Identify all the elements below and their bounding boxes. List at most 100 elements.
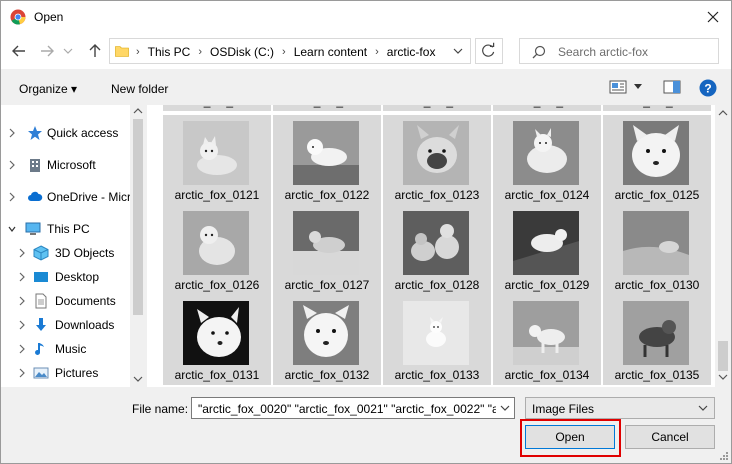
window-title: Open <box>34 10 64 24</box>
nav-item-quick-access[interactable]: Quick access <box>1 121 146 145</box>
nav-item-documents[interactable]: Documents <box>1 289 146 313</box>
chevron-down-icon[interactable] <box>452 45 464 57</box>
search-box[interactable]: Search arctic-fox <box>519 38 719 64</box>
nav-label: OneDrive - Micr <box>47 190 132 204</box>
file-name-label: arctic_fox_0128 <box>394 278 480 292</box>
file-tile-0128[interactable]: arctic_fox_0128 <box>383 205 491 295</box>
nav-item-music[interactable]: Music <box>1 337 146 361</box>
computer-icon <box>25 222 41 235</box>
scroll-down-icon[interactable] <box>718 373 728 381</box>
chevron-right-icon[interactable] <box>7 191 17 203</box>
chevron-right-icon[interactable] <box>17 247 27 259</box>
music-icon <box>35 343 44 355</box>
chevron-right-icon[interactable] <box>17 367 27 379</box>
file-tile-0131[interactable]: arctic_fox_0131 <box>163 295 271 385</box>
address-bar[interactable]: › This PC › OSDisk (C:) › Learn content … <box>109 38 471 64</box>
file-tile-0129[interactable]: arctic_fox_0129 <box>493 205 601 295</box>
file-name-field[interactable]: "arctic_fox_0020" "arctic_fox_0021" "arc… <box>191 397 515 419</box>
file-tile-0133[interactable]: arctic_fox_0133 <box>383 295 491 385</box>
file-tile-0123[interactable]: arctic_fox_0123 <box>383 115 491 205</box>
file-tile-0134[interactable]: arctic_fox_0134 <box>493 295 601 385</box>
file-tile-0124[interactable]: arctic_fox_0124 <box>493 115 601 205</box>
thumbnail-image <box>403 301 469 365</box>
open-button[interactable]: Open <box>525 425 615 449</box>
nav-item-microsoft[interactable]: Microsoft <box>1 153 146 177</box>
file-tile[interactable]: arctic_fox_0120 <box>603 105 711 111</box>
chevron-down-icon[interactable] <box>7 223 17 235</box>
file-name-label: arctic_fox_0116 <box>163 105 271 108</box>
search-input[interactable]: Search arctic-fox <box>558 45 648 59</box>
file-tile[interactable]: arctic_fox_0117 <box>273 105 381 111</box>
new-folder-button[interactable]: New folder <box>111 82 168 96</box>
file-tile[interactable]: arctic_fox_0119 <box>493 105 601 111</box>
file-tile[interactable]: arctic_fox_0116 <box>163 105 271 111</box>
nav-item-downloads[interactable]: Downloads <box>1 313 146 337</box>
file-list-scrollbar[interactable] <box>715 105 731 387</box>
cancel-button[interactable]: Cancel <box>625 425 715 449</box>
chevron-right-icon[interactable] <box>17 343 27 355</box>
nav-label: Desktop <box>55 270 100 284</box>
nav-label: Documents <box>55 294 116 308</box>
chevron-right-icon[interactable] <box>17 271 27 283</box>
breadcrumb-arctic-fox[interactable]: arctic-fox <box>387 45 436 59</box>
resize-grip-icon[interactable] <box>719 451 729 461</box>
thumbnail-image <box>293 121 359 185</box>
breadcrumb-learn-content[interactable]: Learn content <box>294 45 367 59</box>
chevron-right-icon[interactable] <box>17 319 27 331</box>
chevron-right-icon[interactable] <box>17 295 27 307</box>
close-icon[interactable] <box>701 5 725 29</box>
file-name-label: arctic_fox_0119 <box>493 105 601 108</box>
title-bar: Open <box>1 1 731 33</box>
nav-item-3d-objects[interactable]: 3D Objects <box>1 241 146 265</box>
refresh-button[interactable] <box>475 38 503 64</box>
back-arrow-icon[interactable] <box>9 41 29 61</box>
recent-dropdown-icon[interactable] <box>61 41 75 61</box>
view-dropdown-icon[interactable] <box>633 83 643 91</box>
chrome-icon <box>10 9 26 25</box>
file-tile-0125[interactable]: arctic_fox_0125 <box>603 115 711 205</box>
file-list-scroll-thumb[interactable] <box>718 341 728 371</box>
breadcrumb: › This PC › OSDisk (C:) › Learn content … <box>136 45 435 59</box>
thumbnail-image <box>293 211 359 275</box>
file-tile-0135[interactable]: arctic_fox_0135 <box>603 295 711 385</box>
thumbnail-image <box>513 121 579 185</box>
view-options-icon[interactable] <box>609 80 627 94</box>
file-name-dropdown[interactable] <box>496 398 514 418</box>
nav-scrollbar[interactable] <box>130 105 146 387</box>
file-type-select[interactable]: Image Files <box>525 397 715 419</box>
file-name-label: arctic_fox_0120 <box>603 105 711 108</box>
scroll-down-icon[interactable] <box>133 375 143 383</box>
organize-menu[interactable]: Organize ▾ <box>19 82 77 96</box>
forward-arrow-icon[interactable] <box>37 41 57 61</box>
document-icon <box>35 293 47 309</box>
breadcrumb-separator: › <box>198 46 203 58</box>
file-list: arctic_fox_0116 arctic_fox_0117 arctic_f… <box>147 105 715 387</box>
file-tile-0127[interactable]: arctic_fox_0127 <box>273 205 381 295</box>
breadcrumb-osdisk[interactable]: OSDisk (C:) <box>210 45 274 59</box>
file-tile-0126[interactable]: arctic_fox_0126 <box>163 205 271 295</box>
download-icon <box>36 318 46 331</box>
nav-item-onedrive[interactable]: OneDrive - Micr <box>1 185 146 209</box>
nav-item-pictures[interactable]: Pictures <box>1 361 146 385</box>
preview-pane-icon[interactable] <box>663 80 681 94</box>
chevron-right-icon[interactable] <box>7 159 17 171</box>
up-arrow-icon[interactable] <box>85 41 105 61</box>
breadcrumb-this-pc[interactable]: This PC <box>148 45 191 59</box>
nav-item-this-pc[interactable]: This PC <box>1 217 146 241</box>
nav-scroll-thumb[interactable] <box>133 119 143 315</box>
file-tile-0121[interactable]: arctic_fox_0121 <box>163 115 271 205</box>
file-name-label: arctic_fox_0129 <box>504 278 590 292</box>
navigation-pane: Quick access Microsoft OneDrive - Micr T… <box>1 105 146 387</box>
thumbnail-image <box>623 301 689 365</box>
file-name-label: arctic_fox_0118 <box>383 105 491 108</box>
breadcrumb-separator: › <box>375 46 379 58</box>
file-tile[interactable]: arctic_fox_0118 <box>383 105 491 111</box>
nav-item-desktop[interactable]: Desktop <box>1 265 146 289</box>
file-tile-0132[interactable]: arctic_fox_0132 <box>273 295 381 385</box>
chevron-right-icon[interactable] <box>7 127 17 139</box>
help-icon[interactable]: ? <box>699 79 717 97</box>
scroll-up-icon[interactable] <box>718 109 728 117</box>
file-tile-0130[interactable]: arctic_fox_0130 <box>603 205 711 295</box>
scroll-up-icon[interactable] <box>133 107 143 115</box>
file-tile-0122[interactable]: arctic_fox_0122 <box>273 115 381 205</box>
